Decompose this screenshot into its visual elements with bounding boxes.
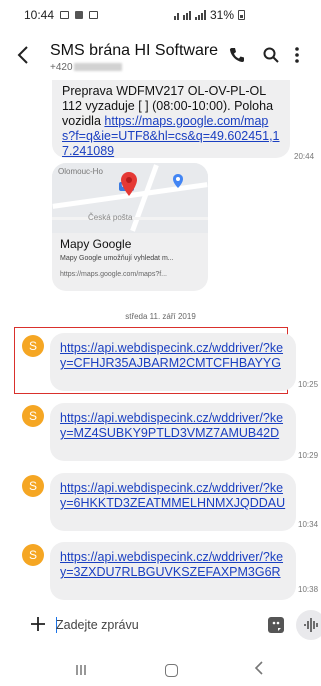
image-notification-icon <box>89 11 99 19</box>
chevron-left-icon <box>17 46 28 64</box>
recent-apps-button[interactable] <box>74 663 88 682</box>
message-link[interactable]: https://api.webdispecink.cz/wddriver/?ke… <box>60 411 283 440</box>
search-icon <box>263 47 279 63</box>
map-label-place: Česká pošta <box>88 213 133 222</box>
sender-avatar[interactable]: S <box>22 405 44 427</box>
preview-title: Mapy Google <box>60 237 132 251</box>
status-right: 31% <box>173 8 245 22</box>
map-pin-icon <box>121 172 137 196</box>
status-bar: 10:44 31% <box>0 0 321 30</box>
home-button[interactable] <box>165 664 178 677</box>
battery-percent: 31% <box>209 8 234 22</box>
recent-apps-icon <box>76 665 86 675</box>
incoming-message[interactable]: https://api.webdispecink.cz/wddriver/?ke… <box>50 473 296 531</box>
message-input[interactable] <box>56 612 256 638</box>
status-left: 10:44 <box>24 8 99 22</box>
search-button[interactable] <box>262 46 284 68</box>
map-thumbnail: Olomouc-Ho 635 Česká pošta <box>52 163 208 233</box>
link-preview-card[interactable]: Olomouc-Ho 635 Česká pošta Mapy Google M… <box>52 163 208 291</box>
sticker-button[interactable] <box>268 617 284 633</box>
preview-description: Mapy Google umožňují vyhledat m... <box>60 255 174 262</box>
message-bubble[interactable]: Preprava WDFMV217 OL-OV-PL-OL 112 vyzadu… <box>52 80 290 158</box>
message-time: 10:34 <box>298 520 319 529</box>
map-poi-icon <box>173 174 183 188</box>
message-time: 10:38 <box>298 585 319 594</box>
navigation-bar <box>0 656 321 686</box>
message-text: Preprava WDFMV217 OL-OV-PL-OL 112 vyzadu… <box>62 84 280 159</box>
contact-name[interactable]: SMS brána HI Software <box>50 42 218 60</box>
map-label-town: Olomouc-Ho <box>58 167 103 176</box>
date-separator: středa 11. září 2019 <box>125 312 196 321</box>
sticker-icon <box>272 621 281 631</box>
back-button[interactable] <box>16 44 36 68</box>
message-time: 20:44 <box>294 152 315 161</box>
message-composer <box>20 606 321 644</box>
attach-button[interactable] <box>30 612 50 636</box>
contact-number: +420 <box>50 62 122 73</box>
signal-icon <box>194 10 206 20</box>
redacted-number <box>73 63 122 72</box>
app-notification-icon <box>75 11 84 19</box>
conversation-header: SMS brána HI Software +420 <box>0 34 321 80</box>
sender-avatar[interactable]: S <box>22 544 44 566</box>
nav-back-button[interactable] <box>254 660 264 681</box>
incoming-message[interactable]: https://api.webdispecink.cz/wddriver/?ke… <box>50 333 296 391</box>
incoming-message[interactable]: https://api.webdispecink.cz/wddriver/?ke… <box>50 403 296 461</box>
voice-record-button[interactable] <box>296 610 321 640</box>
call-button[interactable] <box>228 46 250 68</box>
waveform-icon <box>304 618 318 632</box>
wifi-icon <box>182 10 191 20</box>
message-link[interactable]: https://api.webdispecink.cz/wddriver/?ke… <box>60 481 285 510</box>
message-link[interactable]: https://api.webdispecink.cz/wddriver/?ke… <box>60 341 283 370</box>
more-vertical-icon <box>295 47 299 63</box>
message-link[interactable]: https://api.webdispecink.cz/wddriver/?ke… <box>60 550 283 579</box>
preview-url: https://maps.google.com/maps?f... <box>60 271 167 278</box>
plus-icon <box>31 617 45 631</box>
message-time: 10:29 <box>298 451 319 460</box>
more-options-button[interactable] <box>294 46 312 68</box>
contact-number-prefix: +420 <box>50 62 73 73</box>
sender-avatar[interactable]: S <box>22 335 44 357</box>
mute-icon <box>173 10 179 20</box>
sender-avatar[interactable]: S <box>22 475 44 497</box>
back-icon <box>254 661 263 675</box>
message-time: 10:25 <box>298 380 319 389</box>
incoming-message[interactable]: https://api.webdispecink.cz/wddriver/?ke… <box>50 542 296 600</box>
battery-icon <box>238 10 245 20</box>
gallery-notification-icon <box>60 11 70 19</box>
status-time: 10:44 <box>24 8 55 22</box>
phone-icon <box>229 48 244 63</box>
